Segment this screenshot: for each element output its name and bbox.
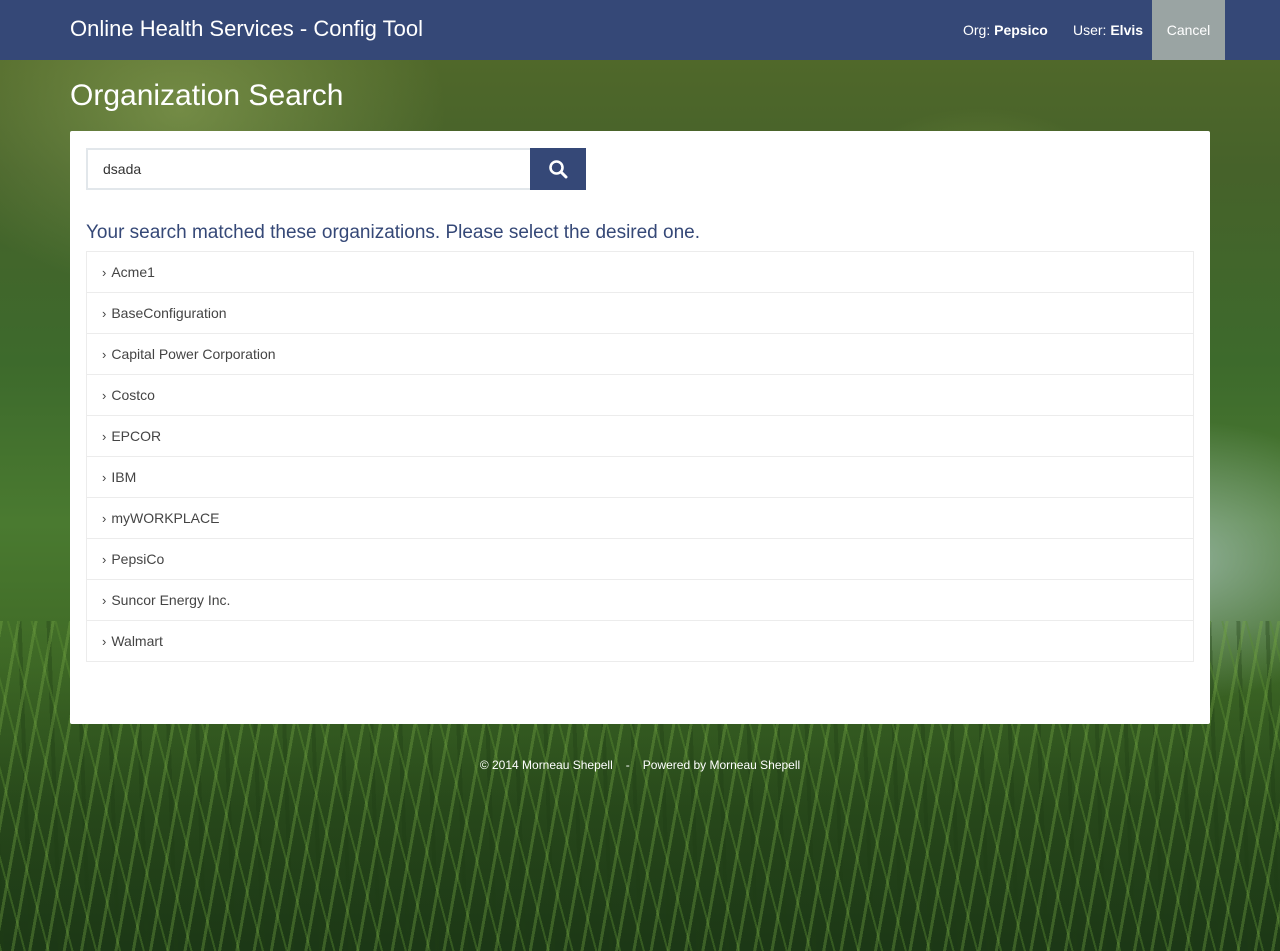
org-name: IBM <box>111 469 137 485</box>
org-list-item[interactable]: › PepsiCo <box>86 538 1194 580</box>
org-list-item[interactable]: › Suncor Energy Inc. <box>86 579 1194 621</box>
org-list-item[interactable]: › myWORKPLACE <box>86 497 1194 539</box>
org-value: Pepsico <box>994 22 1048 38</box>
org-name: Acme1 <box>111 264 155 280</box>
chevron-right-icon: › <box>102 469 107 485</box>
org-list-item[interactable]: › Capital Power Corporation <box>86 333 1194 375</box>
org-list-item[interactable]: › EPCOR <box>86 415 1194 457</box>
org-name: Capital Power Corporation <box>111 346 276 362</box>
org-name: Costco <box>111 387 155 403</box>
user-value: Elvis <box>1110 22 1144 38</box>
footer-separator: - <box>625 758 630 772</box>
org-list-item[interactable]: › Costco <box>86 374 1194 416</box>
chevron-right-icon: › <box>102 428 107 444</box>
chevron-right-icon: › <box>102 592 107 608</box>
chevron-right-icon: › <box>102 346 107 362</box>
chevron-right-icon: › <box>102 510 107 526</box>
search-panel: Your search matched these organizations.… <box>70 131 1210 724</box>
user-info: User: Elvis <box>1073 22 1143 38</box>
top-navbar: Online Health Services - Config Tool Org… <box>0 0 1280 60</box>
result-message: Your search matched these organizations.… <box>86 222 701 243</box>
user-label: User: <box>1073 22 1107 38</box>
chevron-right-icon: › <box>102 305 107 321</box>
footer: © 2014 Morneau Shepell - Powered by Mornea… <box>0 758 1280 772</box>
org-name: BaseConfiguration <box>111 305 227 321</box>
app-title: Online Health Services - Config Tool <box>70 16 423 41</box>
org-list-item[interactable]: › Acme1 <box>86 251 1194 293</box>
org-label: Org: <box>963 22 991 38</box>
org-list-item[interactable]: › Walmart <box>86 620 1194 662</box>
chevron-right-icon: › <box>102 264 107 280</box>
search-input[interactable] <box>86 148 531 190</box>
org-name: Suncor Energy Inc. <box>111 592 231 608</box>
org-list-item[interactable]: › IBM <box>86 456 1194 498</box>
cancel-button[interactable]: Cancel <box>1152 0 1225 60</box>
search-button[interactable] <box>530 148 586 190</box>
footer-copyright: © 2014 Morneau Shepell <box>479 758 613 772</box>
search-icon <box>549 160 568 179</box>
page-title: Organization Search <box>70 79 344 112</box>
org-name: Walmart <box>111 633 163 649</box>
chevron-right-icon: › <box>102 387 107 403</box>
org-name: PepsiCo <box>111 551 165 567</box>
chevron-right-icon: › <box>102 551 107 567</box>
organization-list: › Acme1 › BaseConfiguration › Capital Power… <box>86 251 1194 662</box>
org-name: EPCOR <box>111 428 162 444</box>
org-name: myWORKPLACE <box>111 510 220 526</box>
org-info: Org: Pepsico <box>963 22 1048 38</box>
org-list-item[interactable]: › BaseConfiguration <box>86 292 1194 334</box>
footer-powered-by: Powered by Morneau Shepell <box>642 758 801 772</box>
chevron-right-icon: › <box>102 633 107 649</box>
